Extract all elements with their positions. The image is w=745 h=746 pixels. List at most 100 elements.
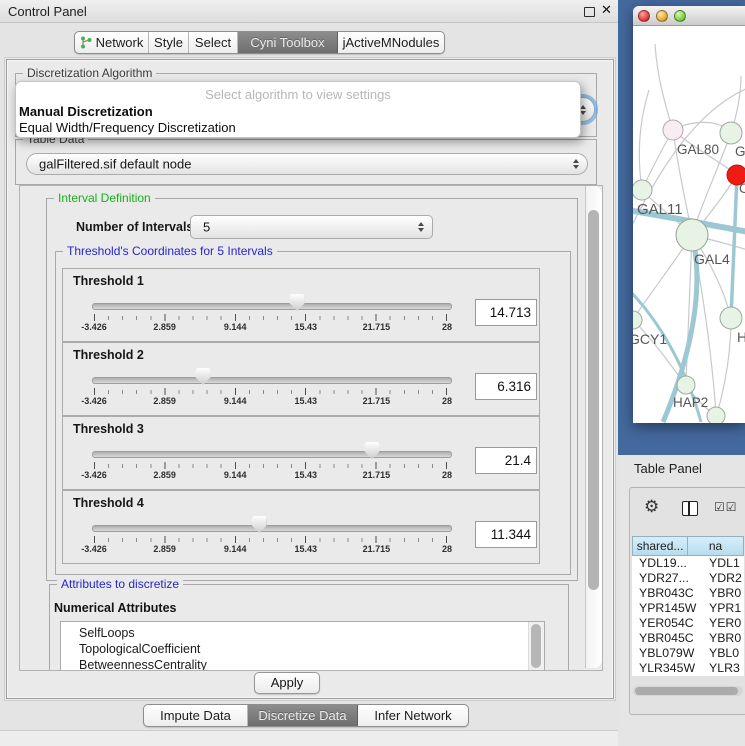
tab-select-label: Select [195, 35, 231, 50]
dropdown-option-equal-width-frequency[interactable]: Equal Width/Frequency Discretization [16, 120, 580, 136]
table-data-group: Table Data galFiltered.sif default node [15, 139, 597, 185]
tick-label: 28 [442, 396, 452, 406]
attribute-item[interactable]: BetweennessCentrality [61, 657, 544, 671]
threshold-1-value-field[interactable]: 14.713 [475, 299, 537, 326]
network-window-titlebar[interactable] [633, 6, 745, 26]
table-row[interactable]: YLR345WYLR3 [632, 661, 744, 676]
gear-icon[interactable]: ⚙ [644, 497, 659, 517]
tick-label: 15.43 [295, 470, 318, 480]
node [633, 180, 652, 200]
close-traffic-light-icon[interactable] [638, 10, 650, 22]
threshold-2-panel: Threshold 2 -3.426 2.859 9.144 15.43 21.… [62, 342, 540, 416]
attributes-list-scrollbar[interactable] [528, 622, 544, 671]
threshold-2-tick-ruler [94, 388, 447, 395]
algorithm-dropdown-popup: Select algorithm to view settings Manual… [15, 81, 581, 138]
table-data-select[interactable]: galFiltered.sif default node [26, 153, 588, 175]
table-row[interactable]: YDR27...YDR2 [632, 571, 744, 586]
columns-icon[interactable] [682, 501, 698, 516]
threshold-2-value-field[interactable]: 6.316 [475, 373, 537, 400]
node-label-gcy1: GCY1 [633, 331, 667, 347]
select-columns-icon[interactable]: ☑☑ [714, 500, 738, 514]
table-row[interactable]: YPR145WYPR1 [632, 601, 744, 616]
tab-style[interactable]: Style [149, 32, 189, 53]
threshold-4-slider-thumb[interactable] [252, 516, 267, 533]
float-window-icon[interactable] [584, 7, 595, 17]
tab-infer-network-label: Infer Network [374, 708, 451, 723]
tick-label: 15.43 [295, 396, 318, 406]
settings-scroll-area: Interval Definition Number of Intervals … [19, 185, 603, 671]
tab-network-label: Network [96, 35, 144, 50]
table-row[interactable]: YDL19...YDL1 [632, 556, 744, 571]
table-data-selected-value: galFiltered.sif default node [39, 157, 191, 172]
interval-definition-group-title: Interval Definition [54, 191, 155, 205]
tab-select[interactable]: Select [189, 32, 238, 53]
discretize-settings-panel: Discretization Algorithm Select algorith… [6, 59, 614, 699]
table-row[interactable]: YBR043CYBR0 [632, 586, 744, 601]
tick-label: 9.144 [224, 322, 247, 332]
tick-label: -3.426 [81, 396, 107, 406]
network-graph: GAL80 G C GAL11 GAL4 GCY1 H HAP2 [633, 26, 745, 423]
threshold-1-panel: Threshold 1 -3.426 2.859 9.144 15.43 21.… [62, 268, 540, 342]
tab-network[interactable]: Network [75, 32, 149, 53]
number-of-intervals-label: Number of Intervals [76, 220, 193, 234]
node-label-gal11: GAL11 [637, 201, 683, 218]
tick-label: 2.859 [153, 470, 176, 480]
table-header-row: shared... na [632, 536, 744, 556]
tab-impute-data[interactable]: Impute Data [144, 705, 248, 726]
tick-label: -3.426 [81, 470, 107, 480]
tick-label: -3.426 [81, 544, 107, 554]
network-canvas[interactable]: GAL80 G C GAL11 GAL4 GCY1 H HAP2 [633, 26, 745, 423]
threshold-3-value-field[interactable]: 21.4 [475, 447, 537, 474]
tab-style-label: Style [154, 35, 183, 50]
minimize-traffic-light-icon[interactable] [656, 10, 668, 22]
node-table: shared... na YDL19...YDL1 YDR27...YDR2 Y… [632, 536, 744, 676]
node-label-gal80: GAL80 [677, 142, 719, 157]
table-row[interactable]: YER054CYER0 [632, 616, 744, 631]
tab-infer-network[interactable]: Infer Network [358, 705, 468, 726]
attributes-group: Attributes to discretize Numerical Attri… [49, 584, 569, 671]
node-label-clipped: H [737, 329, 745, 345]
table-horizontal-scrollbar[interactable] [633, 686, 743, 696]
tab-impute-data-label: Impute Data [160, 708, 231, 723]
threshold-3-tick-ruler [94, 462, 447, 469]
table-row[interactable]: YBL079WYBL0 [632, 646, 744, 661]
node-gal4 [676, 219, 708, 251]
threshold-2-label: Threshold 2 [73, 348, 144, 362]
settings-vertical-scrollbar[interactable] [585, 186, 602, 668]
interval-definition-group: Interval Definition Number of Intervals … [46, 198, 578, 581]
column-header-shared[interactable]: shared... [632, 536, 688, 556]
tab-cyni-toolbox[interactable]: Cyni Toolbox [238, 32, 338, 53]
tick-label: 21.715 [363, 322, 391, 332]
bottom-strip [0, 730, 618, 746]
tab-discretize-data[interactable]: Discretize Data [248, 705, 358, 726]
tick-label: 9.144 [224, 544, 247, 554]
apply-button[interactable]: Apply [254, 672, 320, 694]
node-label-gal4: GAL4 [694, 251, 730, 267]
combo-arrows-icon [573, 159, 579, 169]
bottom-tab-bar: Impute Data Discretize Data Infer Networ… [143, 704, 469, 727]
control-panel-titlebar: Control Panel ✕ [0, 0, 618, 23]
threshold-3-slider-thumb[interactable] [365, 442, 380, 459]
dropdown-option-manual-discretization[interactable]: Manual Discretization [16, 104, 580, 120]
combo-arrows-icon [418, 222, 424, 232]
threshold-4-value-field[interactable]: 11.344 [475, 521, 537, 548]
tick-label: 2.859 [153, 544, 176, 554]
threshold-2-slider-thumb[interactable] [196, 368, 211, 385]
zoom-traffic-light-icon[interactable] [674, 10, 686, 22]
node [707, 407, 725, 423]
number-of-intervals-select[interactable]: 5 [190, 215, 433, 239]
threshold-3-panel: Threshold 3 -3.426 2.859 9.144 15.43 21.… [62, 416, 540, 490]
node [720, 307, 742, 329]
table-row[interactable]: YBR045CYBR0 [632, 631, 744, 646]
tick-label: 9.144 [224, 470, 247, 480]
thresholds-group-title: Threshold's Coordinates for 5 Intervals [63, 244, 277, 258]
tab-jactivemnodules[interactable]: jActiveMNodules [338, 32, 444, 53]
tick-label: 28 [442, 544, 452, 554]
attribute-item[interactable]: TopologicalCoefficient [61, 641, 544, 657]
threshold-1-slider-thumb[interactable] [290, 294, 305, 311]
threshold-4-panel: Threshold 4 -3.426 2.859 9.144 15.43 21.… [62, 490, 540, 564]
attribute-item[interactable]: SelfLoops [61, 625, 544, 641]
column-header-name[interactable]: na [688, 536, 744, 556]
close-icon[interactable]: ✕ [601, 2, 612, 18]
discretization-algorithm-group-title: Discretization Algorithm [23, 66, 156, 80]
